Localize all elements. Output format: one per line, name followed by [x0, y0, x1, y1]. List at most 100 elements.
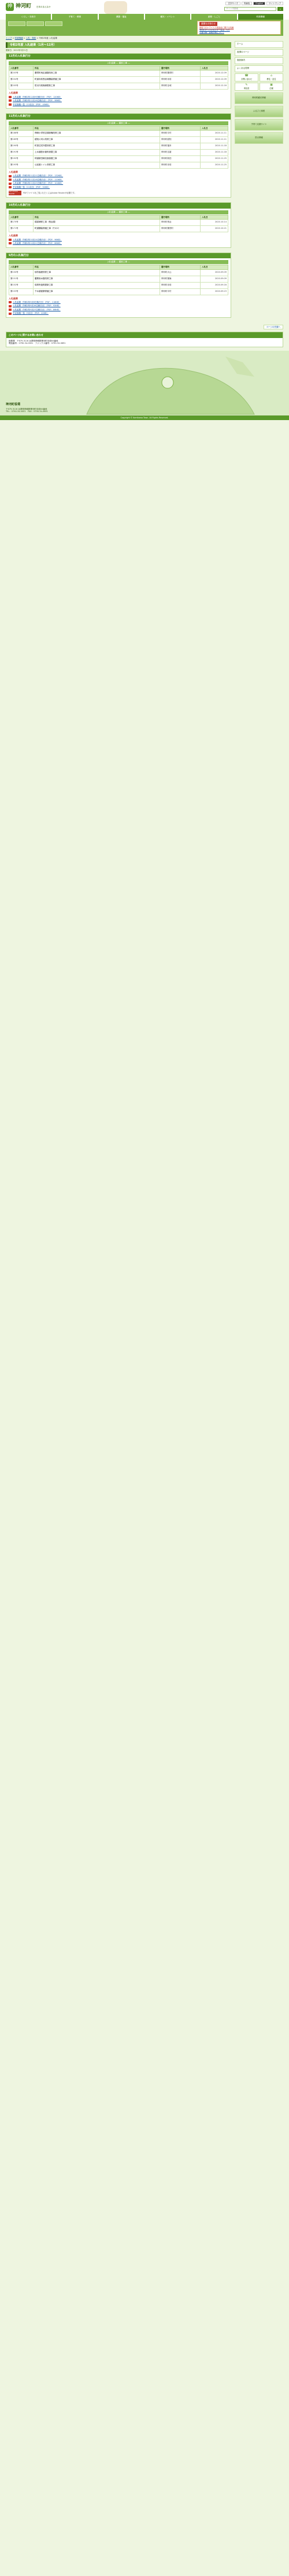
- table-header-row: 入札番号 件名 履行場所 入札日: [9, 125, 228, 131]
- sidebar-item-faq[interactable]: よくある質問: [235, 65, 283, 72]
- bid-title: 町営住宅外壁改修工事: [33, 143, 160, 150]
- search-button[interactable]: ⌕: [277, 7, 283, 11]
- footer: 神河町役場 〒679-3116 兵庫県神崎郡神河町寺前64番地 TEL：0790…: [0, 350, 289, 420]
- hero-banner: 重要なお知らせ 新型コロナウイルス感染症に関する情報 神河町からのお知らせ一覧は…: [6, 20, 283, 36]
- results-table: 入札番号 件名 履行場所 入札日 第170号 橋梁補修工事（長谷橋） 神河町長谷 2020.1…: [9, 214, 228, 233]
- bid-number: 第150号: [9, 269, 34, 276]
- bid-place: 神河町粟賀町: [160, 70, 201, 77]
- month-section: 12月の入札執行分 入札結果 ― 建設工事 ― 入札番号 件名 履行場所 入札日 第203号…: [6, 53, 231, 109]
- mascot-illustration: [104, 1, 127, 14]
- pdf-link-text: 予定価格一覧（9月分）（PDF：40KB）: [13, 312, 49, 315]
- results-table: 入札番号 件名 履行場所 入札日 第203号 粟賀町地区道路改良工事 神河町粟賀町 2020.…: [9, 65, 228, 90]
- search-area: サイト内検索 ⌕: [224, 7, 283, 11]
- bid-title: 橋梁補修工事（長谷橋）: [33, 219, 160, 227]
- column-header: 履行場所: [160, 65, 201, 71]
- bid-date: 2020.11.18: [200, 143, 228, 150]
- page-top: ページの先頭へ: [6, 324, 283, 330]
- pdf-link-text: 予定価格一覧（12月分）（PDF：45KB）: [13, 103, 50, 106]
- banner-childcare[interactable]: 子育て応援サイト: [235, 118, 283, 131]
- page: 神 神河町 日本のまんなか 文字サイズ 背景色 English サイトマップ サ…: [0, 0, 289, 2576]
- sidebar-item-facilities[interactable]: 施設案内: [235, 57, 283, 64]
- pdf-link[interactable]: 入札結果（令和2年10月21日執行分）（PDF：88KB）: [9, 242, 228, 246]
- table-row: 第190号 町営住宅外壁改修工事 神河町福本 2020.11.18: [9, 143, 228, 150]
- font-size-button[interactable]: 文字サイズ: [225, 2, 240, 5]
- header: 神 神河町 日本のまんなか 文字サイズ 背景色 English サイトマップ サ…: [0, 0, 289, 14]
- tile-forms[interactable]: ✎ 申請書: [235, 82, 258, 91]
- bid-place: 神河町猪篠: [160, 275, 201, 283]
- tile-migration[interactable]: ⌂ 移住・定住: [260, 73, 283, 81]
- nav-item-childcare[interactable]: 子育て・教育: [52, 14, 98, 20]
- banner-tourism[interactable]: 神河町観光情報: [235, 92, 283, 104]
- sidebar-item-home[interactable]: ホーム: [235, 40, 283, 48]
- pdf-icon: [9, 301, 12, 304]
- breadcrumb-link[interactable]: 町政情報: [15, 37, 23, 39]
- pdf-heading: 入札結果: [9, 170, 18, 174]
- search-input[interactable]: サイト内検索: [224, 7, 276, 11]
- site-logo[interactable]: 神 神河町 日本のまんなか: [6, 3, 51, 11]
- sidebar-item-departments[interactable]: 各課のページ: [235, 49, 283, 56]
- bid-title: 越知川河川改修工事: [33, 136, 160, 144]
- english-button[interactable]: English: [253, 2, 265, 5]
- table-row: 第193号 公民館トイレ改修工事 神河町寺前 2020.11.25: [9, 162, 228, 169]
- sitemap-button[interactable]: サイトマップ: [266, 2, 283, 5]
- column-header: 履行場所: [160, 265, 201, 270]
- bid-date: 2020.12.16: [200, 83, 228, 90]
- pdf-link[interactable]: 予定価格一覧（12月分）（PDF：45KB）: [9, 103, 228, 107]
- background-color-button[interactable]: 背景色: [241, 2, 253, 5]
- bid-place: 神河町福本: [160, 143, 201, 150]
- nav-item-town-info[interactable]: 町政情報: [238, 14, 283, 20]
- pdf-heading: 入札結果: [9, 91, 18, 95]
- month-sections: 12月の入札執行分 入札結果 ― 建設工事 ― 入札番号 件名 履行場所 入札日 第203号…: [6, 53, 231, 318]
- pdf-link[interactable]: 予定価格一覧（11月分）（PDF：52KB）: [9, 185, 228, 190]
- banner-furusato[interactable]: ふるさと納税: [235, 105, 283, 117]
- bid-place: 神河町新田: [160, 155, 201, 163]
- month-section: 9月の入札執行分 入札結果 ― 建設工事 ― 入札番号 件名 履行場所 入札日 第150号砂…: [6, 252, 231, 318]
- banner-tab[interactable]: [27, 21, 44, 26]
- pdf-link-text: 入札結果（令和2年9月16日執行分）（PDF：92KB）: [13, 305, 61, 307]
- get-adobe-reader-button[interactable]: Get Adobe Reader: [9, 190, 21, 196]
- month-body: 入札結果 ― 建設工事 ― 入札番号 件名 履行場所 入札日 第188号 神崎小学校空調設備…: [6, 120, 231, 197]
- bid-number: 第153号: [9, 288, 34, 295]
- breadcrumb-link[interactable]: 入札・契約: [26, 37, 36, 39]
- table-row: 第188号 神崎小学校空調設備改修工事 神河町中村 2020.11.11: [9, 130, 228, 138]
- logo-text: 神河町: [16, 3, 32, 10]
- nav-item-tourism[interactable]: 観光・イベント: [144, 14, 191, 20]
- pdf-icon: [9, 99, 12, 102]
- nav-item-health[interactable]: 健康・福祉: [98, 14, 144, 20]
- bid-place: 神河町粟賀町: [160, 225, 201, 233]
- breadcrumb-link[interactable]: トップ: [6, 37, 12, 39]
- bid-number: 第191号: [9, 149, 34, 157]
- pdf-link-text: 入札結果（令和2年11月18日執行分）（PDF：110KB）: [13, 178, 64, 181]
- pdf-link-text: 入札結果（令和2年10月14日執行分）（PDF：96KB）: [13, 238, 62, 241]
- bid-date: 2020.10.14: [200, 219, 228, 227]
- bid-date: 2020.11.25: [200, 162, 228, 169]
- bid-title: 町道舗装修繕工事（その2）: [33, 225, 160, 233]
- bid-title: 砂防堰堤改修工事: [33, 269, 160, 276]
- important-notice: 重要なお知らせ 新型コロナウイルス感染症に関する情報 神河町からのお知らせ一覧は…: [197, 21, 281, 35]
- pdf-link[interactable]: 予定価格一覧（9月分）（PDF：40KB）: [9, 311, 228, 315]
- results-table: 入札番号 件名 履行場所 入札日 第188号 神崎小学校空調設備改修工事 神河町中村 2020…: [9, 125, 228, 169]
- bid-place: 神河町大山: [160, 269, 201, 276]
- bid-title: 防災行政無線更新工事: [33, 83, 160, 90]
- pdf-icon: [9, 175, 12, 177]
- banner-disaster[interactable]: 防災情報: [235, 132, 283, 144]
- bid-title: 公民館トイレ改修工事: [33, 162, 160, 169]
- bid-number: 第203号: [9, 70, 34, 77]
- bid-date: 2020.09.23: [200, 288, 228, 295]
- banner-tab[interactable]: [8, 21, 25, 26]
- pdf-link-text: 入札結果（令和2年9月23日執行分）（PDF：86KB）: [13, 308, 61, 311]
- month-heading: 9月の入札執行分: [6, 253, 231, 259]
- bid-number: 第170号: [9, 219, 34, 227]
- bid-date: 2020.11.25: [200, 155, 228, 163]
- month-heading: 11月の入札執行分: [6, 114, 231, 120]
- bid-place: 神河町寺前: [160, 162, 201, 169]
- nav-item-industry[interactable]: 産業・しごと: [191, 14, 237, 20]
- tile-contact[interactable]: ☎ お問い合わせ: [235, 73, 258, 81]
- nav-item-living[interactable]: くらし・手続き: [6, 14, 51, 20]
- content-layout: 令和2年度 入札結果（1月～12月） 更新日：2021年3月31日 12月の入札…: [0, 40, 289, 322]
- notice-link[interactable]: 災害情報・避難情報について: [199, 31, 279, 34]
- page-top-link[interactable]: ページの先頭へ: [263, 324, 283, 330]
- banner-tab[interactable]: [45, 21, 62, 26]
- bid-date: 2020.10.21: [200, 225, 228, 233]
- tile-pr[interactable]: ▣ 広報: [260, 82, 283, 91]
